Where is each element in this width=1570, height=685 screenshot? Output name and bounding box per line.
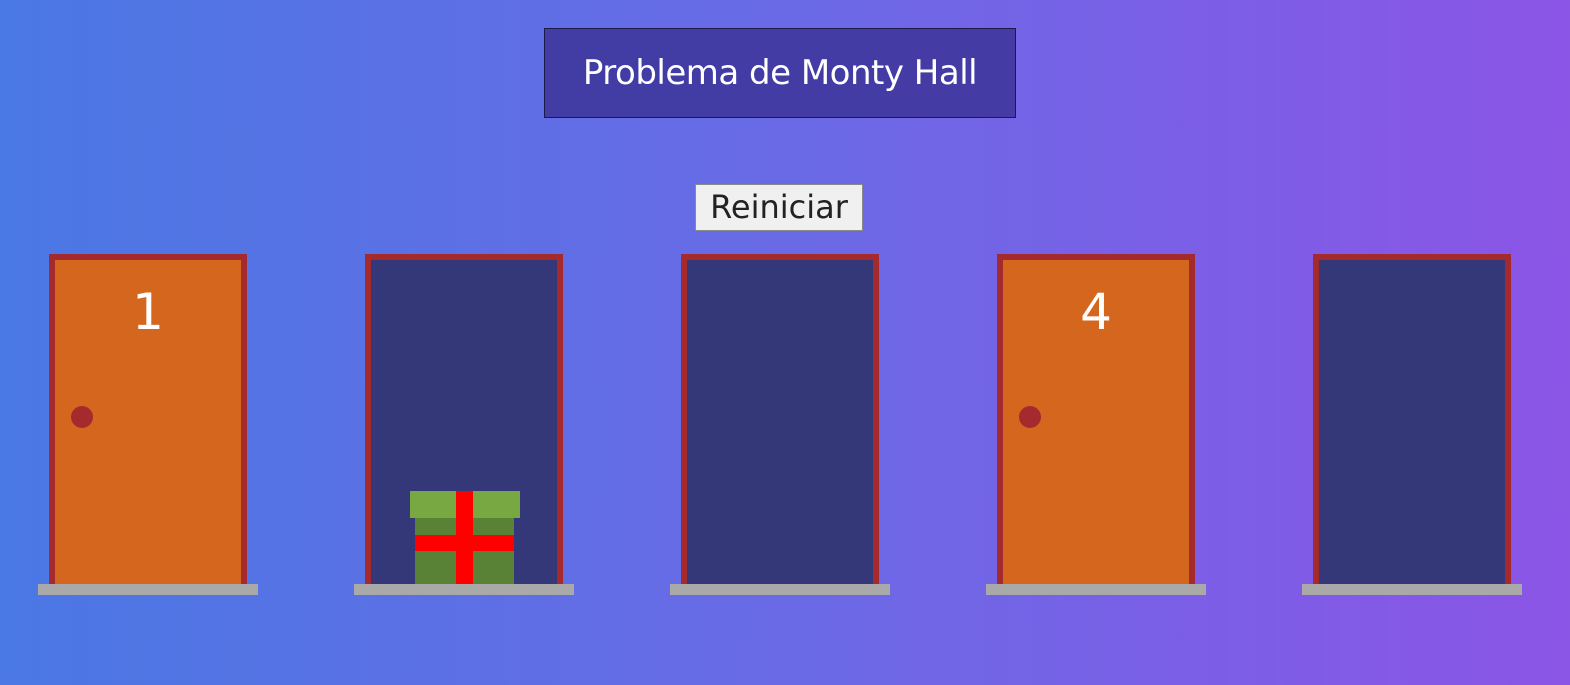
door-panel[interactable]: 4: [1003, 260, 1189, 584]
door-5[interactable]: [1302, 254, 1522, 596]
door-knob-icon: [71, 406, 93, 428]
door-frame: [365, 254, 563, 584]
door-opening: [1319, 260, 1505, 584]
door-number: 4: [1080, 283, 1112, 341]
door-panel[interactable]: 1: [55, 260, 241, 584]
door-sill: [1302, 584, 1522, 595]
door-sill: [38, 584, 258, 595]
door-4[interactable]: 4: [986, 254, 1206, 596]
gift-ribbon-horizontal: [415, 535, 514, 551]
restart-button[interactable]: Reiniciar: [695, 184, 863, 231]
door-sill: [986, 584, 1206, 595]
door-2[interactable]: [354, 254, 574, 596]
door-opening: [687, 260, 873, 584]
door-sill: [670, 584, 890, 595]
door-number: 1: [132, 283, 164, 341]
door-3[interactable]: [670, 254, 890, 596]
door-sill: [354, 584, 574, 595]
door-frame: [1313, 254, 1511, 584]
page-title: Problema de Monty Hall: [544, 28, 1016, 118]
gift-icon: [410, 491, 520, 584]
door-frame: [681, 254, 879, 584]
door-frame: 1: [49, 254, 247, 584]
door-frame: 4: [997, 254, 1195, 584]
door-1[interactable]: 1: [38, 254, 258, 596]
door-knob-icon: [1019, 406, 1041, 428]
door-opening: [371, 260, 557, 584]
